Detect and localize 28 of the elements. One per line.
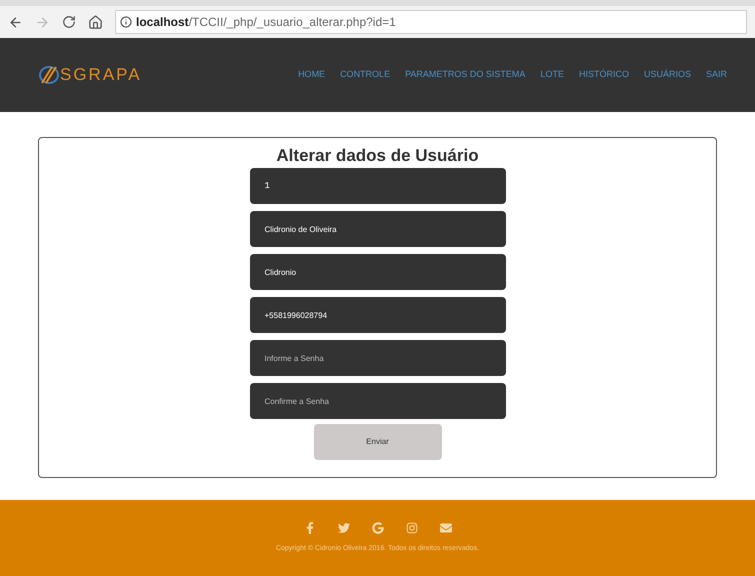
nav-link[interactable]: PARAMETROS DO SISTEMA [405,68,526,82]
input-field[interactable]: Confirme a Senha [250,383,506,419]
home-icon[interactable] [88,14,103,30]
instagram-icon[interactable] [406,522,418,534]
input-field[interactable]: Clidronio de Oliveira [250,211,506,247]
form-title: Alterar dados de Usuário [276,146,479,166]
logo-icon [38,65,60,85]
nav-link[interactable]: LOTE [540,68,564,82]
nav-link[interactable]: SAIR [706,68,727,82]
forward-icon[interactable] [35,14,50,30]
info-icon[interactable] [120,16,132,28]
reload-icon[interactable] [62,15,76,29]
twitter-icon[interactable] [338,522,350,534]
nav-link[interactable]: HISTÓRICO [578,68,629,82]
url-text: localhost/TCCII/_php/_usuario_alterar.php?id=1 [136,14,396,31]
input-field[interactable]: 1 [250,168,506,204]
address-bar[interactable]: localhost/TCCII/_php/_usuario_alterar.php?id=1 [115,10,747,34]
submit-button[interactable]: Enviar [314,424,442,460]
input-field[interactable]: Clidronio [250,254,506,290]
input-field[interactable]: Informe a Senha [250,340,506,376]
email-icon[interactable] [440,522,452,534]
nav-link[interactable]: CONTROLE [340,68,390,82]
input-field[interactable]: +5581996028794 [250,297,506,333]
back-icon[interactable] [8,14,23,30]
nav-link[interactable]: HOME [298,68,326,82]
logo-text: SGRAPA [60,64,142,86]
google-icon[interactable] [372,522,384,534]
nav-link[interactable]: USUÁRIOS [644,68,691,82]
